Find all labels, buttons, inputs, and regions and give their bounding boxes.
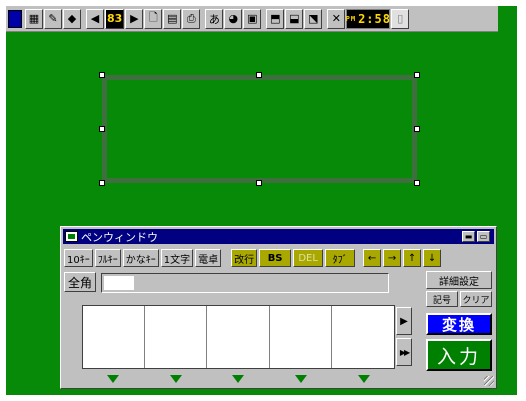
- scroll-icon[interactable]: ▯: [391, 8, 410, 29]
- form-icon[interactable]: ▤: [163, 8, 182, 29]
- key-delete[interactable]: DEL: [293, 249, 324, 267]
- key-newline[interactable]: 改行: [231, 249, 258, 267]
- input-cursor-area: [104, 276, 134, 290]
- app-icon[interactable]: ▦: [25, 8, 43, 29]
- next-page-button[interactable]: ▶: [125, 8, 144, 29]
- pen-icon[interactable]: ✎: [44, 8, 62, 29]
- cell-indicator-icon: [295, 375, 307, 383]
- resize-handle-tm[interactable]: [256, 72, 262, 78]
- resize-handle-tr[interactable]: [414, 72, 420, 78]
- handwriting-area: [82, 305, 395, 369]
- writing-cell[interactable]: [269, 306, 332, 368]
- clear-button[interactable]: クリア: [460, 291, 492, 307]
- diamond-icon[interactable]: ◆: [63, 8, 81, 29]
- selection-frame[interactable]: [102, 75, 417, 183]
- minimize-icon[interactable]: ▬: [462, 231, 475, 242]
- resize-handle-bm[interactable]: [256, 180, 262, 186]
- window-icon: [65, 231, 78, 242]
- key-left-arrow[interactable]: ←: [363, 249, 382, 267]
- writing-cell[interactable]: [145, 306, 208, 368]
- pen-window-titlebar[interactable]: ペンウィンドウ ▬ ▭: [63, 229, 494, 244]
- key-kanakey[interactable]: かなｷｰ: [122, 249, 159, 267]
- detail-settings-button[interactable]: 詳細設定: [426, 271, 492, 289]
- cell-indicators: [82, 375, 395, 385]
- zenkaku-button[interactable]: 全角: [64, 272, 96, 292]
- print-icon[interactable]: ⎙: [182, 8, 201, 29]
- key-tab[interactable]: ﾀﾌﾞ: [325, 249, 356, 267]
- cell-indicator-icon: [232, 375, 244, 383]
- maximize-icon[interactable]: ▭: [477, 231, 490, 242]
- cell-indicator-icon: [170, 375, 182, 383]
- writing-cell[interactable]: [207, 306, 270, 368]
- key-up-arrow[interactable]: ↑: [403, 249, 422, 267]
- key-row: 10ｷｰ ﾌﾙｷｰ かなｷｰ 1文字 電卓 改行 BS DEL ﾀﾌﾞ ← → …: [64, 249, 493, 267]
- writing-cell[interactable]: [83, 306, 146, 368]
- pen-window: ペンウィンドウ ▬ ▭ 10ｷｰ ﾌﾙｷｰ かなｷｰ 1文字 電卓 改行 BS …: [60, 226, 497, 389]
- tool-1-icon[interactable]: ◕: [224, 8, 243, 29]
- key-calculator[interactable]: 電卓: [195, 249, 222, 267]
- resize-handle-br[interactable]: [414, 180, 420, 186]
- writing-cell[interactable]: [331, 306, 394, 368]
- top-toolbar: ▦ ✎ ◆ ◀ 83 ▶ 🗋 ▤ ⎙ あ ◕ ▣ ⬒ ⬓ ⬔ ✕ PM 2:58…: [6, 6, 498, 32]
- cell-scroll-controls: ▶ ▶▶: [396, 307, 412, 369]
- pen-window-title: ペンウィンドウ: [81, 230, 158, 244]
- text-input-field[interactable]: [101, 273, 389, 293]
- cell-indicator-icon: [107, 375, 119, 383]
- clock-ampm: PM: [345, 14, 357, 23]
- key-fullkey[interactable]: ﾌﾙｷｰ: [94, 249, 121, 267]
- new-doc-icon[interactable]: 🗋: [144, 8, 163, 29]
- kana-input-button[interactable]: あ: [205, 8, 224, 29]
- key-right-arrow[interactable]: →: [383, 249, 402, 267]
- scroll-end-button[interactable]: ▶▶: [396, 338, 412, 366]
- prev-page-button[interactable]: ◀: [86, 8, 104, 29]
- resize-handle-tl[interactable]: [99, 72, 105, 78]
- page-number: 83: [105, 8, 125, 29]
- cell-indicator-icon: [358, 375, 370, 383]
- right-tool-panel: 詳細設定 記号 クリア 変換 入力: [426, 271, 492, 371]
- enter-button[interactable]: 入力: [426, 339, 492, 371]
- key-backspace[interactable]: BS: [259, 249, 292, 267]
- close-icon[interactable]: ✕: [327, 8, 346, 29]
- tool-3-icon[interactable]: ⬒: [266, 8, 285, 29]
- clock-time: 2:58: [358, 11, 391, 26]
- convert-button[interactable]: 変換: [426, 313, 492, 335]
- resize-handle-ml[interactable]: [99, 126, 105, 132]
- resize-grip-icon[interactable]: [484, 376, 494, 386]
- tool-5-icon[interactable]: ⬔: [304, 8, 323, 29]
- tool-4-icon[interactable]: ⬓: [285, 8, 304, 29]
- app-block-icon[interactable]: [8, 9, 22, 28]
- frame-content: [107, 80, 412, 178]
- resize-handle-mr[interactable]: [414, 126, 420, 132]
- key-1char[interactable]: 1文字: [160, 249, 194, 267]
- key-down-arrow[interactable]: ↓: [423, 249, 442, 267]
- symbol-button[interactable]: 記号: [426, 291, 458, 307]
- resize-handle-bl[interactable]: [99, 180, 105, 186]
- desktop: ▦ ✎ ◆ ◀ 83 ▶ 🗋 ▤ ⎙ あ ◕ ▣ ⬒ ⬓ ⬔ ✕ PM 2:58…: [6, 6, 517, 395]
- tool-2-icon[interactable]: ▣: [243, 8, 262, 29]
- clock: PM 2:58: [345, 8, 391, 29]
- scroll-right-button[interactable]: ▶: [396, 307, 412, 335]
- key-10key[interactable]: 10ｷｰ: [64, 249, 93, 267]
